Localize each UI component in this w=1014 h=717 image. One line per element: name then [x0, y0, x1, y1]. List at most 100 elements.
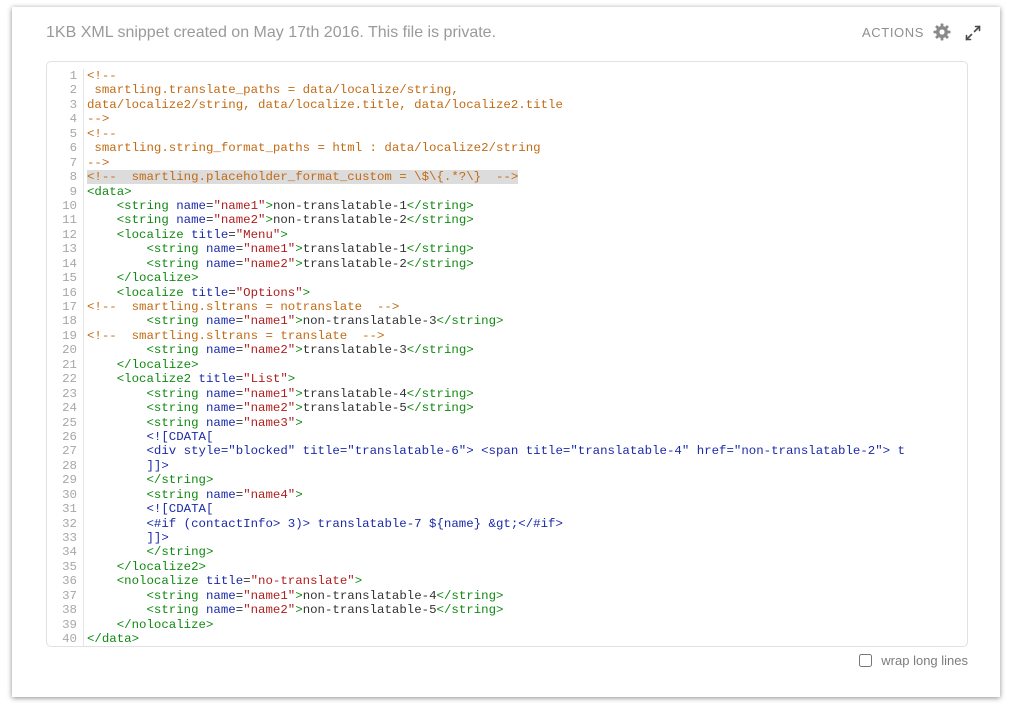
line-text: <string name="name1">non-translatable-4<…: [146, 588, 504, 603]
code-line: 9 <data>: [47, 184, 967, 199]
line-number: 12: [47, 227, 84, 243]
line-text: ]]>: [146, 458, 169, 473]
code-line: 6 smartling.string_format_paths = html :…: [47, 141, 967, 156]
expand-arrows-icon[interactable]: [964, 24, 982, 42]
code-line: 15 </localize>: [47, 271, 967, 286]
code-line: 34 </string>: [47, 545, 967, 560]
code-line: 12 <localize title="Menu">: [47, 227, 967, 243]
line-text: <!-- smartling.sltrans = notranslate -->: [87, 300, 400, 314]
line-text: -->: [87, 112, 110, 127]
line-text: <!--: [87, 126, 117, 141]
line-number: 22: [47, 372, 84, 387]
code-line: 28 ]]>: [47, 458, 967, 474]
line-text: <![CDATA[: [146, 502, 214, 517]
line-number: 13: [47, 242, 84, 257]
line-number: 1: [47, 69, 84, 84]
code-line: 7 -->: [47, 155, 967, 171]
line-text: <div style="blocked" title="translatable…: [146, 444, 905, 459]
code-line: 19 <!-- smartling.sltrans = translate -->: [47, 328, 967, 344]
line-number: 27: [47, 444, 84, 459]
line-text: <localize2 title="List">: [116, 372, 296, 387]
line-text: <string name="name2">non-translatable-5<…: [146, 603, 504, 618]
line-text: <localize title="Options">: [116, 285, 311, 300]
code-line: 36 <nolocalize title="no-translate">: [47, 574, 967, 589]
code-line: 17 <!-- smartling.sltrans = notranslate -…: [47, 300, 967, 315]
code-line: 11 <string name="name2">non-translatable…: [47, 213, 967, 228]
code-line: 39 </nolocalize>: [47, 617, 967, 633]
code-line: 14 <string name="name2">translatable-2</…: [47, 256, 967, 272]
line-number: 24: [47, 401, 84, 416]
line-text: smartling.translate_paths = data/localiz…: [87, 83, 459, 98]
line-number: 37: [47, 588, 84, 604]
line-number: 6: [47, 141, 84, 156]
line-number: 20: [47, 343, 84, 358]
code-line: 24 <string name="name2">translatable-5</…: [47, 401, 967, 416]
code-line: 35 </localize2>: [47, 559, 967, 575]
snippet-title: 1KB XML snippet created on May 17th 2016…: [46, 24, 497, 41]
code-line: 32 <#if (contactInfo> 3)> translatable-7…: [47, 516, 967, 532]
line-text: <string name="name1">translatable-1</str…: [146, 242, 474, 257]
line-text: <#if (contactInfo> 3)> translatable-7 ${…: [146, 516, 563, 531]
line-text: <!--: [87, 69, 117, 83]
line-text: smartling.string_format_paths = html : d…: [87, 141, 541, 156]
line-text: </string>: [146, 473, 214, 488]
line-text: -->: [87, 155, 110, 170]
code-lines: 1 <!-- 2 smartling.translate_paths = data/…: [47, 69, 967, 646]
line-number: 32: [47, 516, 84, 532]
line-text: <nolocalize title="no-translate">: [116, 574, 363, 589]
code-line: 33 ]]>: [47, 531, 967, 546]
line-text: </string>: [146, 545, 214, 560]
line-number: 35: [47, 559, 84, 575]
line-number: 17: [47, 300, 84, 315]
line-text: <string name="name2">translatable-5</str…: [146, 401, 474, 416]
line-number: 33: [47, 531, 84, 546]
line-number: 9: [47, 184, 84, 199]
code-line: 20 <string name="name2">translatable-3</…: [47, 343, 967, 358]
code-line: 25 <string name="name3">: [47, 415, 967, 430]
line-number: 34: [47, 545, 84, 560]
code-line: 16 <localize title="Options">: [47, 285, 967, 301]
line-text: <data>: [87, 184, 132, 199]
code-line: 37 <string name="name1">non-translatable…: [47, 588, 967, 604]
line-number: 38: [47, 603, 84, 618]
line-number: 21: [47, 357, 84, 373]
code-line: 31 <![CDATA[: [47, 502, 967, 517]
actions-button[interactable]: ACTIONS: [862, 24, 924, 42]
line-text: </localize>: [116, 357, 199, 372]
code-line: 10 <string name="name1">non-translatable…: [47, 198, 967, 214]
code-line: 27 <div style="blocked" title="translata…: [47, 444, 967, 459]
wrap-long-lines-checkbox[interactable]: [858, 654, 872, 667]
line-text: <string name="name2">non-translatable-2<…: [116, 213, 474, 228]
line-text: <string name="name1">translatable-4</str…: [146, 386, 474, 401]
line-number: 2: [47, 83, 84, 98]
line-text: <string name="name3">: [146, 415, 303, 430]
wrap-long-lines-toggle[interactable]: wrap long lines: [858, 652, 968, 670]
line-text: <string name="name1">non-translatable-1<…: [116, 198, 474, 213]
line-text: </nolocalize>: [116, 617, 214, 632]
code-line: 18 <string name="name1">non-translatable…: [47, 314, 967, 329]
code-line: 30 <string name="name4">: [47, 487, 967, 503]
line-text: ]]>: [146, 531, 169, 545]
line-number: 39: [47, 617, 84, 633]
code-line: 21 </localize>: [47, 357, 967, 373]
line-text: <string name="name1">non-translatable-3<…: [146, 314, 504, 329]
line-number: 10: [47, 198, 84, 214]
line-number: 3: [47, 97, 84, 113]
line-number: 15: [47, 271, 84, 286]
line-text: <![CDATA[: [146, 429, 214, 444]
line-text: </data>: [87, 632, 140, 647]
gear-icon[interactable]: [932, 22, 952, 42]
line-text: <!-- smartling.placeholder_format_custom…: [87, 170, 519, 185]
line-text: <string name="name4">: [146, 487, 303, 502]
code-line: 5 <!--: [47, 126, 967, 142]
line-number: 19: [47, 328, 84, 344]
line-text: <string name="name2">translatable-3</str…: [146, 343, 474, 358]
code-line: 40 </data>: [47, 632, 967, 646]
line-text: </localize2>: [116, 559, 206, 574]
code-line: 3 data/localize2/string, data/localize.ti…: [47, 97, 967, 113]
code-line: 22 <localize2 title="List">: [47, 372, 967, 387]
line-number: 26: [47, 429, 84, 445]
line-text: </localize>: [116, 271, 199, 286]
code-viewer[interactable]: 1 <!-- 2 smartling.translate_paths = data/…: [46, 61, 968, 647]
line-number: 11: [47, 213, 84, 228]
